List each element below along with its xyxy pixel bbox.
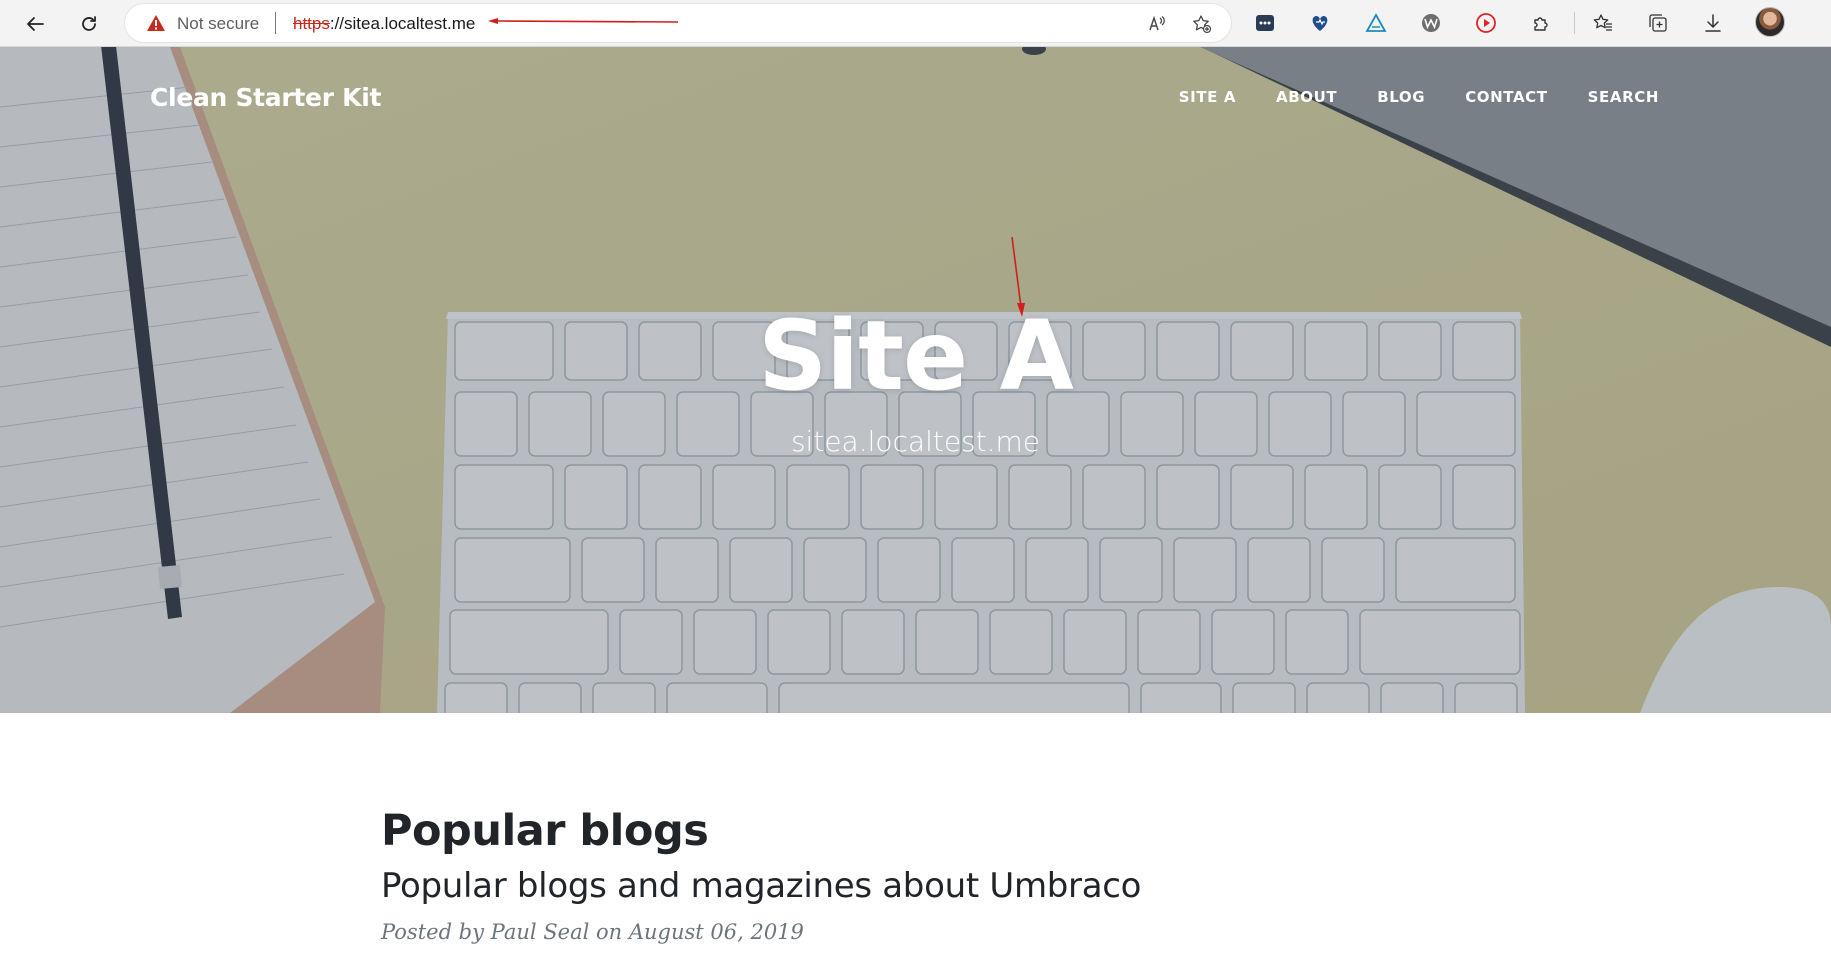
back-arrow-icon[interactable] [19,8,51,40]
refresh-icon[interactable] [73,8,105,40]
annotation-arrow [488,18,678,24]
heart-extension-icon[interactable] [1306,9,1334,37]
post-meta: Posted by Paul Seal on August 06, 2019 [381,920,804,944]
collections-icon[interactable] [1644,9,1672,37]
nav-item-about[interactable]: ABOUT [1276,88,1337,106]
download-icon[interactable] [1699,9,1727,37]
warning-icon[interactable] [146,14,166,32]
dots-extension-icon[interactable] [1251,9,1279,37]
address-bar[interactable]: Not secure https://sitea.localtest.me [125,4,1231,42]
read-aloud-icon[interactable] [1146,13,1168,35]
url-scheme: https [293,14,330,33]
puzzle-extensions-icon[interactable] [1527,9,1555,37]
hero-section: Clean Starter Kit SITE A ABOUT BLOG CONT… [0,47,1831,713]
post-subtitle[interactable]: Popular blogs and magazines about Umbrac… [381,866,1481,906]
nav-item-contact[interactable]: CONTACT [1465,88,1547,106]
profile-avatar[interactable] [1755,7,1785,37]
hero-title: Site A [758,300,1074,412]
nav-item-search[interactable]: SEARCH [1588,88,1659,106]
post-preview[interactable]: Popular blogs Popular blogs and magazine… [381,806,1481,944]
toolbar-divider [1574,12,1575,34]
site-navigation: SITE A ABOUT BLOG CONTACT SEARCH [1179,88,1659,106]
url-host: ://sitea.localtest.me [329,14,476,33]
triangle-extension-icon[interactable] [1362,9,1390,37]
play-extension-icon[interactable] [1472,9,1500,37]
hero-subtitle: sitea.localtest.me [790,425,1041,458]
add-favorite-icon[interactable] [1191,13,1213,35]
nav-item-blog[interactable]: BLOG [1377,88,1425,106]
url-text[interactable]: https://sitea.localtest.me [293,14,475,34]
site-brand[interactable]: Clean Starter Kit [150,83,381,112]
security-label[interactable]: Not secure [177,14,259,34]
favorites-icon[interactable] [1589,9,1617,37]
url-separator [275,12,276,34]
nav-item-site-a[interactable]: SITE A [1179,88,1236,106]
post-title[interactable]: Popular blogs [381,806,1481,856]
browser-toolbar: Not secure https://sitea.localtest.me [0,0,1831,47]
w-extension-icon[interactable] [1417,9,1445,37]
